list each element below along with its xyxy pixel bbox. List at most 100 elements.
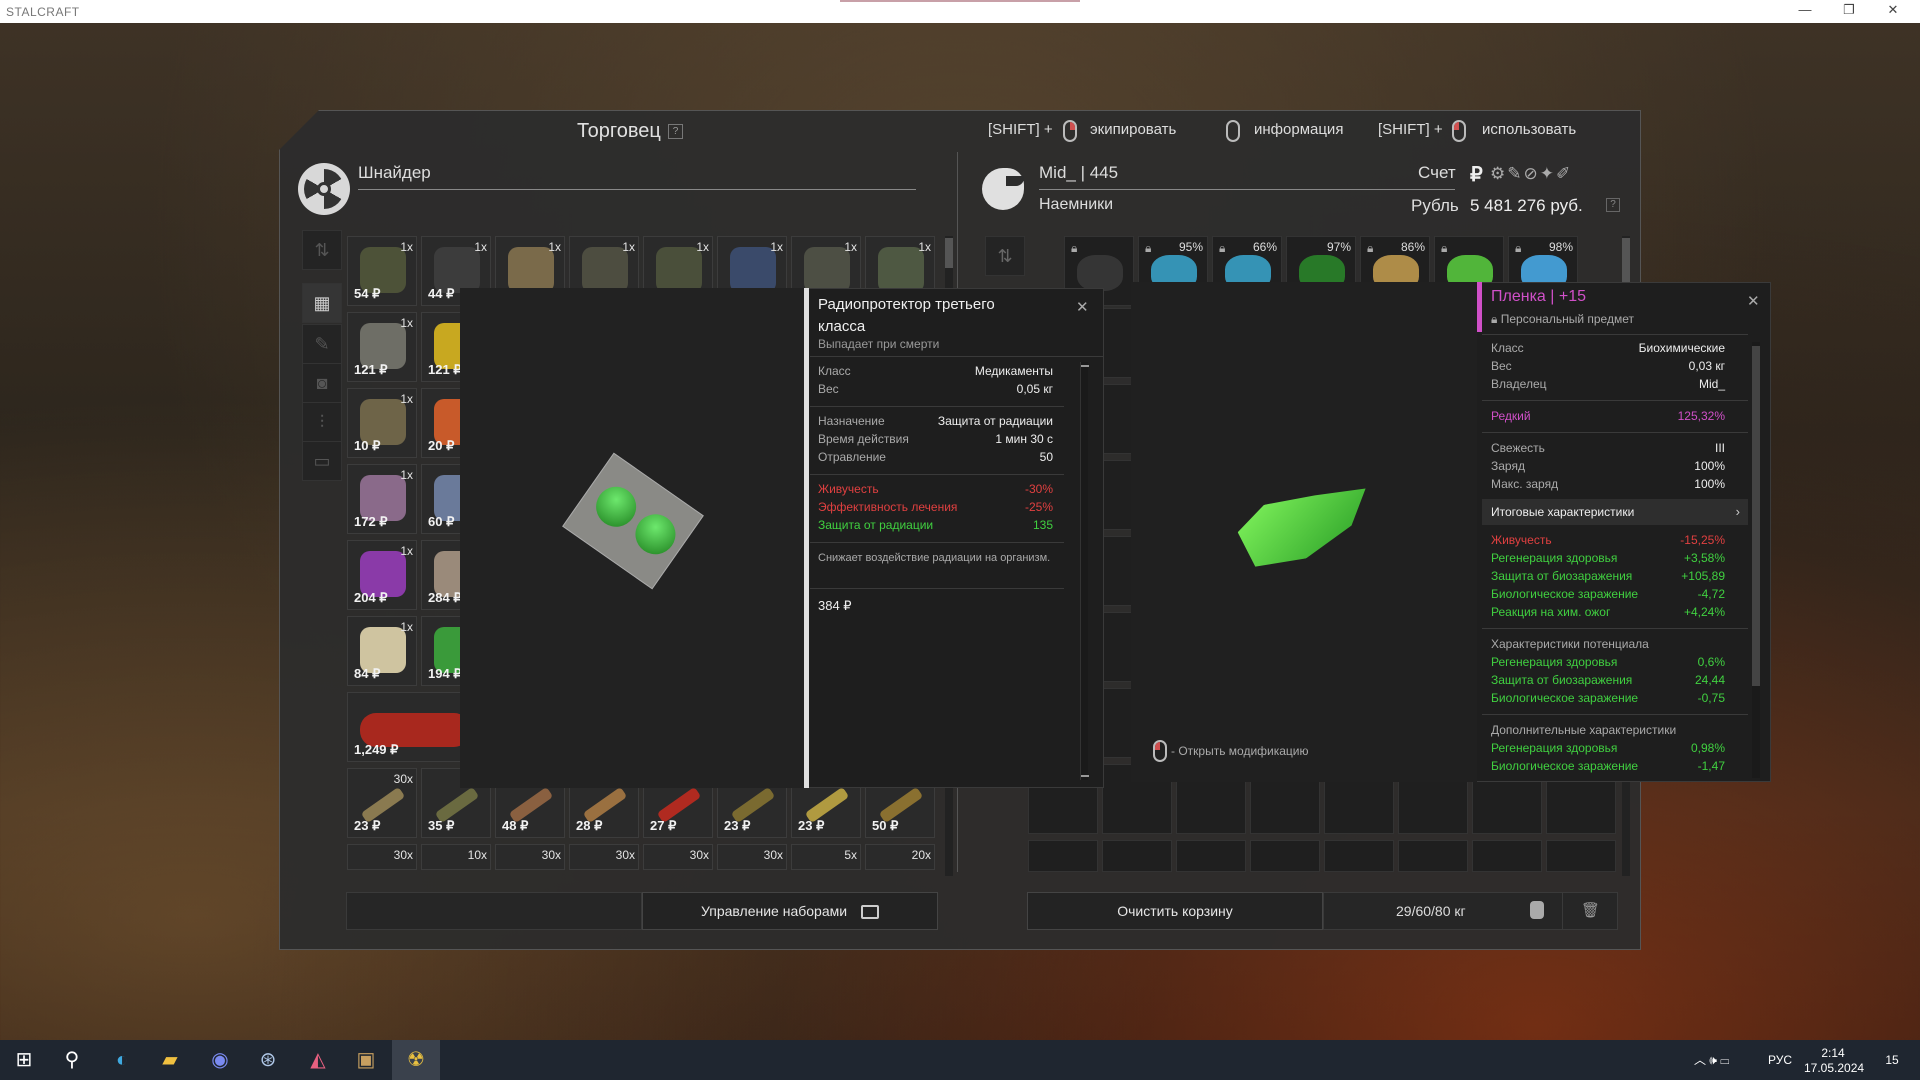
store-item-cell[interactable]: 1x 204 ₽: [347, 540, 417, 610]
stat-value: 100%: [1694, 477, 1725, 491]
stat-value: -30%: [1024, 482, 1053, 496]
item-count: 30x: [689, 848, 709, 862]
launcher-icon[interactable]: ◭: [294, 1040, 342, 1080]
inventory-empty-cell[interactable]: [1028, 840, 1098, 872]
store-item-cell[interactable]: 1x 84 ₽: [347, 616, 417, 686]
item-price: 1,249 ₽: [354, 742, 399, 757]
stalcraft-taskbar-icon[interactable]: ☢: [392, 1040, 440, 1080]
grid-view-icon[interactable]: ▦: [302, 283, 342, 323]
store-item-cell[interactable]: 1x 10 ₽: [347, 388, 417, 458]
notifications-icon[interactable]: 15: [1878, 1040, 1906, 1080]
hint-shift-prefix-1: [SHIFT] +: [988, 121, 1053, 138]
inventory-empty-cell[interactable]: [1398, 840, 1468, 872]
ammo-filter-icon[interactable]: ✎: [302, 324, 342, 364]
stat-value: -0,75: [1697, 691, 1725, 705]
ammo-cell[interactable]: 30x: [347, 844, 417, 870]
help-button[interactable]: ?: [668, 124, 683, 139]
tools-filter-icon[interactable]: ⫶: [302, 402, 342, 442]
item-popup-scrollbar[interactable]: [1080, 362, 1089, 780]
window-title-bar: STALCRAFT — ❐ ✕: [0, 0, 1920, 23]
clear-cart-button[interactable]: Очистить корзину: [1027, 892, 1323, 930]
artifact-image: [1236, 475, 1366, 579]
stat-value: Медикаменты: [974, 364, 1053, 378]
stat-label: Регенерация здоровья: [1491, 655, 1618, 669]
artifact-popup-scrollbar[interactable]: [1752, 342, 1760, 778]
item-preview: [460, 288, 804, 788]
currency-label: Рубль: [1411, 196, 1459, 215]
currency-icons[interactable]: ⚙✎⊘✦✐: [1490, 164, 1572, 184]
stat-label: Свежесть: [1491, 441, 1545, 455]
minimize-button[interactable]: —: [1790, 2, 1820, 20]
tray-icons[interactable]: ︿ 🕪︎ ▭: [1694, 1040, 1729, 1080]
inventory-sort-icon[interactable]: ⇅: [985, 236, 1025, 276]
item-count: 1x: [400, 544, 413, 558]
item-count: 1x: [844, 240, 857, 254]
balance: 5 481 276 руб.: [1470, 196, 1583, 215]
balance-help[interactable]: ?: [1606, 198, 1620, 212]
file-explorer-icon[interactable]: ▰: [146, 1040, 194, 1080]
stat-row: Свежесть III: [1491, 441, 1725, 457]
stat-row: Вес 0,05 кг: [818, 382, 1053, 398]
store-item-cell[interactable]: 1x 172 ₽: [347, 464, 417, 534]
inventory-empty-cell[interactable]: [1472, 840, 1542, 872]
edge-icon[interactable]: ◐: [98, 1040, 146, 1080]
inventory-empty-cell[interactable]: [1102, 840, 1172, 872]
stat-value: Защита от радиации: [937, 414, 1053, 428]
item-popup-close-icon[interactable]: ✕: [1076, 298, 1089, 316]
item-price: 23 ₽: [354, 818, 381, 833]
discord-icon[interactable]: ◉: [196, 1040, 244, 1080]
stat-row: Отравление 50: [818, 450, 1053, 466]
ammo-cell[interactable]: 20x: [865, 844, 935, 870]
stat-value: +105,89: [1681, 569, 1725, 583]
inventory-empty-cell[interactable]: [1250, 840, 1320, 872]
camera-filter-icon[interactable]: ◙: [302, 363, 342, 403]
artifact-popup-close-icon[interactable]: ✕: [1747, 292, 1760, 310]
sort-icon[interactable]: ⇅: [302, 230, 342, 270]
manage-sets-button[interactable]: Управление наборами: [642, 892, 938, 930]
weight-icon: [1530, 901, 1544, 919]
item-price: 284 ₽: [428, 590, 462, 605]
ammo-cell[interactable]: 5x: [791, 844, 861, 870]
stat-value: 0,03 кг: [1688, 359, 1725, 373]
ammo-cell[interactable]: 30x 23 ₽: [347, 768, 417, 838]
separator: [810, 588, 1064, 589]
ammo-cell[interactable]: 30x: [569, 844, 639, 870]
stat-value: 50: [1039, 450, 1053, 464]
ammo-cell[interactable]: 30x: [495, 844, 565, 870]
close-window-button[interactable]: ✕: [1878, 2, 1908, 20]
charge-percent: 98%: [1548, 240, 1573, 254]
windows-start-icon[interactable]: ⊞: [0, 1040, 48, 1080]
stat-label: Редкий: [1491, 409, 1531, 423]
inventory-empty-cell[interactable]: [1176, 840, 1246, 872]
inventory-empty-cell[interactable]: [1324, 840, 1394, 872]
stat-row: Регенерация здоровья 0,98%: [1491, 741, 1725, 757]
taskbar: ⊞ ⚲ ◐ ▰ ◉ ⊛ ◭ ▣ ☢ ︿ 🕪︎ ▭ РУС 2:14 17.05.…: [0, 1040, 1920, 1080]
stat-row: Биологическое заражение -4,72: [1491, 587, 1725, 603]
restore-button[interactable]: ❐: [1834, 2, 1864, 20]
inventory-empty-cell[interactable]: [1546, 840, 1616, 872]
clock-date[interactable]: 17.05.2024: [1804, 1048, 1864, 1080]
game-app-icon[interactable]: ▣: [342, 1040, 390, 1080]
ammo-cell[interactable]: 30x: [717, 844, 787, 870]
language-indicator[interactable]: РУС: [1768, 1040, 1792, 1080]
steam-icon[interactable]: ⊛: [244, 1040, 292, 1080]
separator: [1482, 432, 1748, 433]
store-item-cell[interactable]: 1x 54 ₽: [347, 236, 417, 306]
trader-title: Торговец: [577, 120, 661, 142]
search-icon[interactable]: ⚲: [48, 1040, 96, 1080]
stat-value: 0,05 кг: [1016, 382, 1053, 396]
mouse-icon: [1153, 740, 1167, 762]
item-image: [656, 247, 702, 293]
trash-icon[interactable]: 🗑︎: [1562, 893, 1618, 929]
stat-row: Биологическое заражение -0,75: [1491, 691, 1725, 707]
ammo-cell[interactable]: 10x: [421, 844, 491, 870]
store-item-cell[interactable]: 1x 121 ₽: [347, 312, 417, 382]
summary-header[interactable]: Итоговые характеристики ›: [1482, 499, 1748, 525]
app-title: STALCRAFT: [6, 5, 80, 19]
box-filter-icon[interactable]: ▭: [302, 441, 342, 481]
hint-shift-prefix-3: [SHIFT] +: [1378, 121, 1443, 138]
ammo-cell[interactable]: 30x: [643, 844, 713, 870]
stat-label: Биологическое заражение: [1491, 759, 1639, 773]
ruble-icon[interactable]: ₽: [1470, 162, 1483, 187]
mod-hint[interactable]: - Открыть модификацию: [1171, 744, 1309, 758]
